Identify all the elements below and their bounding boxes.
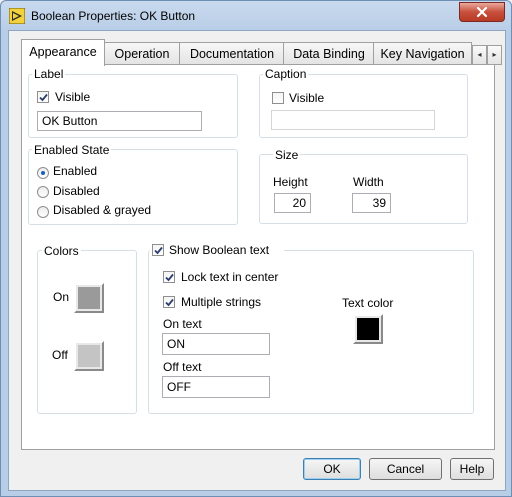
lock-text-center-checkbox[interactable]: [163, 271, 175, 283]
caption-group-title: Caption: [263, 67, 309, 81]
label-group-title: Label: [32, 67, 66, 81]
text-color-label: Text color: [342, 296, 394, 310]
window-title: Boolean Properties: OK Button: [31, 9, 196, 23]
disabled-radio-label: Disabled: [53, 184, 100, 198]
checkmark-icon: [165, 298, 174, 307]
height-label: Height: [273, 175, 308, 189]
caption-visible-label: Visible: [289, 91, 325, 105]
close-button[interactable]: [459, 2, 505, 22]
on-color-swatch[interactable]: [74, 283, 104, 313]
dialog-window: Boolean Properties: OK Button Appearance…: [0, 0, 512, 497]
enabled-state-title: Enabled State: [32, 143, 112, 157]
text-color-fill: [357, 318, 379, 340]
radio-selected-dot: [41, 171, 45, 175]
on-color-fill: [78, 287, 100, 309]
tab-data-binding[interactable]: Data Binding: [283, 42, 375, 65]
caption-text-field[interactable]: [271, 110, 435, 130]
on-text-label: On text: [163, 317, 202, 331]
multiple-strings-label: Multiple strings: [181, 295, 262, 309]
on-text-field[interactable]: ON: [162, 333, 270, 355]
disabled-grayed-radio[interactable]: [37, 206, 49, 218]
tab-documentation[interactable]: Documentation: [179, 42, 285, 65]
checkmark-icon: [154, 246, 163, 255]
tab-scroll-left-icon[interactable]: ◂: [472, 45, 487, 65]
disabled-radio[interactable]: [37, 186, 49, 198]
title-bar[interactable]: Boolean Properties: OK Button: [1, 1, 511, 31]
on-color-label: On: [53, 290, 70, 304]
tab-scroll-right-icon[interactable]: ▸: [487, 45, 502, 65]
disabled-grayed-radio-label: Disabled & grayed: [53, 203, 152, 217]
show-boolean-text-checkbox[interactable]: [152, 244, 164, 256]
show-boolean-text-label: Show Boolean text: [169, 243, 270, 257]
off-text-label: Off text: [163, 360, 202, 374]
lock-text-center-label: Lock text in center: [181, 270, 279, 284]
width-label: Width: [353, 175, 384, 189]
size-group: [259, 154, 468, 224]
label-visible-checkbox[interactable]: [37, 91, 49, 103]
appearance-panel: Label Visible OK Button Caption Visible …: [21, 64, 495, 450]
off-text-field[interactable]: OFF: [162, 376, 270, 398]
help-button[interactable]: Help: [450, 458, 494, 480]
multiple-strings-checkbox[interactable]: [163, 296, 175, 308]
close-icon: [476, 6, 488, 18]
enabled-radio-label: Enabled: [53, 164, 98, 178]
colors-group: [37, 250, 137, 414]
ok-button[interactable]: OK: [303, 458, 361, 480]
off-color-swatch[interactable]: [74, 341, 104, 371]
size-group-title: Size: [273, 148, 301, 162]
label-visible-label: Visible: [55, 90, 91, 104]
tab-operation[interactable]: Operation: [103, 42, 181, 65]
tab-key-navigation[interactable]: Key Navigation: [373, 42, 472, 65]
off-color-label: Off: [52, 348, 68, 362]
checkmark-icon: [39, 93, 48, 102]
caption-visible-checkbox[interactable]: [272, 92, 284, 104]
cancel-button[interactable]: Cancel: [369, 458, 442, 480]
height-field[interactable]: 20: [274, 193, 311, 213]
labview-app-icon: [9, 8, 25, 24]
width-field[interactable]: 39: [352, 193, 391, 213]
text-color-swatch[interactable]: [353, 314, 383, 344]
dialog-client-area: Appearance Operation Documentation Data …: [8, 30, 506, 491]
enabled-radio[interactable]: [37, 167, 49, 179]
colors-group-title: Colors: [42, 244, 81, 258]
off-color-fill: [78, 345, 100, 367]
tab-appearance[interactable]: Appearance: [21, 39, 105, 66]
label-text-field[interactable]: OK Button: [37, 111, 202, 131]
checkmark-icon: [165, 273, 174, 282]
